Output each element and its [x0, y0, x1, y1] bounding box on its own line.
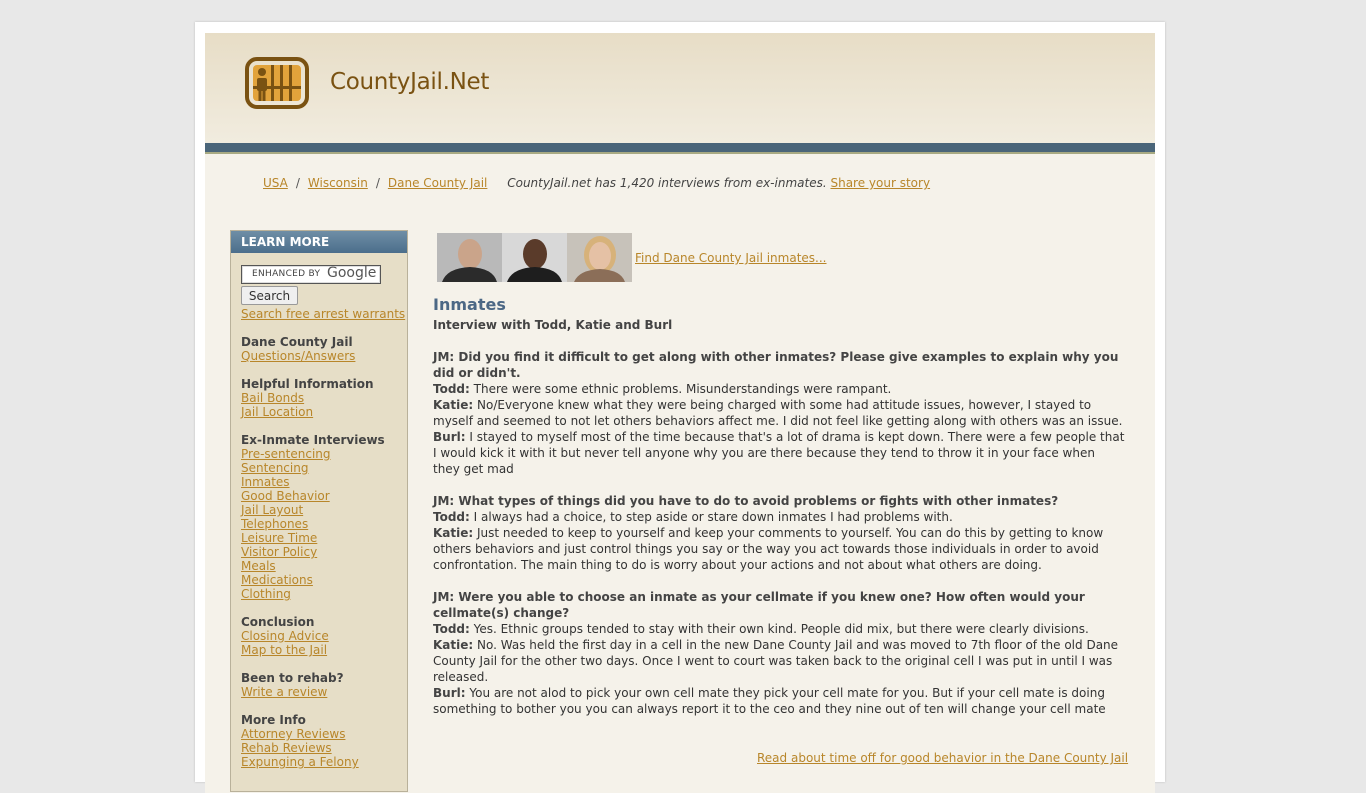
sidebar-link-jail-layout[interactable]: Jail Layout: [241, 503, 406, 517]
sidebar-group-heading: Been to rehab?: [241, 671, 344, 685]
find-inmates-link[interactable]: Find Dane County Jail inmates...: [635, 251, 827, 265]
sidebar-link-attorney-reviews[interactable]: Attorney Reviews: [241, 727, 406, 741]
answer-text: I always had a choice, to step aside or …: [473, 510, 953, 524]
breadcrumb: USA / Wisconsin / Dane County Jail CountyJai…: [263, 176, 930, 190]
header-bar-accent: [205, 152, 1155, 154]
answer-text: No. Was held the first day in a cell in …: [433, 638, 1119, 684]
answer-speaker: Todd:: [433, 382, 470, 396]
sidebar-link-map-to-the-jail[interactable]: Map to the Jail: [241, 643, 406, 657]
share-your-story-link[interactable]: Share your story: [830, 176, 930, 190]
sidebar-link-rehab-reviews[interactable]: Rehab Reviews: [241, 741, 406, 755]
answer-speaker: Todd:: [433, 510, 470, 524]
page-title: Inmates: [433, 295, 506, 314]
answer: Katie: No/Everyone knew what they were b…: [433, 397, 1125, 429]
answer: Katie: Just needed to keep to yourself a…: [433, 525, 1125, 573]
mugshot-photo[interactable]: [502, 233, 567, 282]
sidebar-link-pre-sentencing[interactable]: Pre-sentencing: [241, 447, 406, 461]
answer-speaker: Burl:: [433, 686, 466, 700]
google-search-input[interactable]: ENHANCED BY Google: [241, 265, 381, 284]
answer-speaker: Burl:: [433, 430, 466, 444]
answer-speaker: Katie:: [433, 526, 474, 540]
mugshot-photo[interactable]: [437, 233, 502, 282]
breadcrumb-separator: /: [375, 176, 380, 190]
qa-block: JM: What types of things did you have to…: [433, 493, 1125, 573]
sidebar-group-heading: More Info: [241, 713, 306, 727]
sidebar-link-leisure-time[interactable]: Leisure Time: [241, 531, 406, 545]
sidebar-link-visitor-policy[interactable]: Visitor Policy: [241, 545, 406, 559]
sidebar-group-heading: Helpful Information: [241, 377, 374, 391]
sidebar-link-clothing[interactable]: Clothing: [241, 587, 406, 601]
good-behavior-next-link[interactable]: Read about time off for good behavior in…: [757, 751, 1128, 765]
answer: Todd: There were some ethnic problems. M…: [433, 381, 1125, 397]
sidebar-link-closing-advice[interactable]: Closing Advice: [241, 629, 406, 643]
interview-count-note: CountyJail.net has 1,420 interviews from…: [507, 176, 827, 190]
sidebar-links: Search free arrest warrants Dane County …: [241, 307, 406, 783]
sidebar-link-telephones[interactable]: Telephones: [241, 517, 406, 531]
sidebar-link-questions-answers[interactable]: Questions/Answers: [241, 349, 406, 363]
answer-text: I stayed to myself most of the time beca…: [433, 430, 1125, 476]
page-inner: CountyJail.Net USA / Wisconsin / Dane County…: [205, 33, 1155, 793]
answer-text: No/Everyone knew what they were being ch…: [433, 398, 1123, 428]
sidebar-group-heading: Dane County Jail: [241, 335, 353, 349]
qa-block: JM: Did you find it difficult to get alo…: [433, 349, 1125, 477]
breadcrumb-separator: /: [295, 176, 300, 190]
sidebar-group-ex-inmate-interviews: Ex-Inmate Interviews Pre-sentencing Sent…: [241, 433, 406, 601]
sidebar-group-helpful-information: Helpful Information Bail Bonds Jail Loca…: [241, 377, 406, 419]
mugshot-strip[interactable]: [437, 233, 632, 282]
search-warrants-link[interactable]: Search free arrest warrants: [241, 307, 406, 321]
interview-subtitle: Interview with Todd, Katie and Burl: [433, 318, 673, 332]
main-content: Inmates Interview with Todd, Katie and B…: [433, 297, 1125, 733]
header-bar: [205, 143, 1155, 152]
site-header: CountyJail.Net: [205, 33, 1155, 143]
answer-text: Yes. Ethnic groups tended to stay with t…: [473, 622, 1089, 636]
site-title[interactable]: CountyJail.Net: [330, 69, 489, 95]
qa-block: JM: Were you able to choose an inmate as…: [433, 589, 1125, 717]
answer-text: There were some ethnic problems. Misunde…: [473, 382, 892, 396]
sidebar-group-warrants: Search free arrest warrants: [241, 307, 406, 321]
sidebar: LEARN MORE ENHANCED BY Google Search Sea…: [230, 230, 408, 792]
answer-text: You are not alod to pick your own cell m…: [433, 686, 1106, 716]
sidebar-link-expunging-a-felony[interactable]: Expunging a Felony: [241, 755, 406, 769]
search-button[interactable]: Search: [241, 286, 298, 305]
breadcrumb-wisconsin[interactable]: Wisconsin: [308, 176, 368, 190]
answer-text: Just needed to keep to yourself and keep…: [433, 526, 1104, 572]
answer-speaker: Katie:: [433, 398, 474, 412]
sidebar-heading: LEARN MORE: [231, 231, 407, 253]
search-placeholder: ENHANCED BY: [252, 269, 321, 279]
breadcrumb-dane-county-jail[interactable]: Dane County Jail: [388, 176, 488, 190]
sidebar-group-heading: Ex-Inmate Interviews: [241, 433, 385, 447]
question: JM: Did you find it difficult to get alo…: [433, 350, 1119, 380]
answer: Todd: Yes. Ethnic groups tended to stay …: [433, 621, 1125, 637]
answer: Burl: You are not alod to pick your own …: [433, 685, 1125, 717]
breadcrumb-usa[interactable]: USA: [263, 176, 288, 190]
sidebar-link-sentencing[interactable]: Sentencing: [241, 461, 406, 475]
sidebar-link-bail-bonds[interactable]: Bail Bonds: [241, 391, 406, 405]
sidebar-group-dane-county-jail: Dane County Jail Questions/Answers: [241, 335, 406, 363]
answer-speaker: Todd:: [433, 622, 470, 636]
sidebar-group-heading: Conclusion: [241, 615, 315, 629]
sidebar-group-more-info: More Info Attorney Reviews Rehab Reviews…: [241, 713, 406, 769]
sidebar-link-inmates[interactable]: Inmates: [241, 475, 406, 489]
sidebar-link-write-a-review[interactable]: Write a review: [241, 685, 406, 699]
answer: Todd: I always had a choice, to step asi…: [433, 509, 1125, 525]
mugshot-photo[interactable]: [567, 233, 632, 282]
answer-speaker: Katie:: [433, 638, 474, 652]
sidebar-link-good-behavior[interactable]: Good Behavior: [241, 489, 406, 503]
answer: Burl: I stayed to myself most of the tim…: [433, 429, 1125, 477]
sidebar-group-rehab: Been to rehab? Write a review: [241, 671, 406, 699]
sidebar-link-meals[interactable]: Meals: [241, 559, 406, 573]
answer: Katie: No. Was held the first day in a c…: [433, 637, 1125, 685]
sidebar-link-medications[interactable]: Medications: [241, 573, 406, 587]
sidebar-link-jail-location[interactable]: Jail Location: [241, 405, 406, 419]
question: JM: Were you able to choose an inmate as…: [433, 590, 1085, 620]
google-brand: Google: [327, 265, 377, 281]
jail-logo-icon[interactable]: [245, 57, 309, 109]
page-frame: CountyJail.Net USA / Wisconsin / Dane County…: [195, 22, 1165, 793]
question: JM: What types of things did you have to…: [433, 494, 1059, 508]
sidebar-group-conclusion: Conclusion Closing Advice Map to the Jai…: [241, 615, 406, 657]
